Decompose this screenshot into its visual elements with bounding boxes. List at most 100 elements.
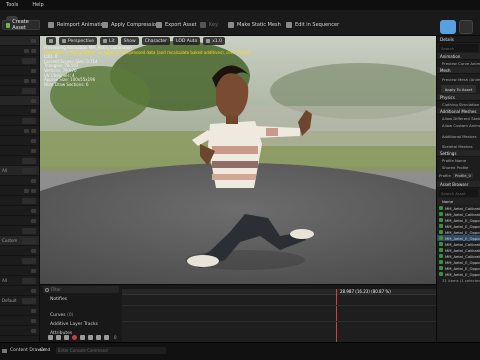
key-icon — [200, 22, 206, 28]
perspective-button[interactable]: Perspective — [59, 37, 98, 45]
left-row[interactable] — [0, 326, 39, 336]
lit-button[interactable]: Lit — [100, 37, 118, 45]
left-row[interactable] — [0, 106, 39, 116]
viewport-menu-button[interactable] — [46, 37, 56, 45]
left-row[interactable] — [0, 216, 39, 226]
lod-button[interactable]: LOD Auto — [172, 37, 201, 45]
track-filter[interactable]: Filter — [43, 286, 119, 293]
left-row[interactable] — [0, 96, 39, 106]
asset-name: MM_Aetni_Calibration — [445, 247, 480, 253]
mesh-mode-icon[interactable] — [459, 20, 473, 34]
create-icon — [6, 22, 11, 28]
anim-sequence-icon — [439, 218, 443, 222]
export-asset-button[interactable]: Export Asset — [156, 20, 197, 30]
left-row[interactable] — [0, 316, 39, 326]
console-input[interactable]: Enter Console Command — [56, 347, 166, 354]
asset-name: MM_Aetni_E_Opposite — [445, 217, 480, 223]
left-row[interactable] — [0, 196, 39, 206]
track-curves[interactable]: Curves (0) — [40, 311, 122, 319]
left-row[interactable]: Default — [0, 296, 39, 306]
left-row[interactable] — [0, 246, 39, 256]
play-icon[interactable] — [80, 334, 85, 340]
left-row[interactable] — [0, 116, 39, 126]
left-row[interactable] — [0, 206, 39, 216]
left-row[interactable] — [0, 156, 39, 166]
hamburger-icon — [49, 39, 53, 43]
left-row[interactable] — [0, 176, 39, 186]
key-button[interactable]: Key — [200, 20, 218, 30]
asset-browser-tab[interactable]: Asset Browser — [437, 181, 480, 188]
character-button[interactable]: Character — [141, 37, 170, 45]
left-row[interactable] — [0, 126, 39, 136]
apply-to-asset-button[interactable]: Apply To Asset — [441, 85, 476, 93]
profile-dropdown[interactable]: Profile_0 — [452, 172, 473, 178]
asset-name: MM_Aetni_E_Opposite — [445, 271, 480, 277]
main-toolbar: Reimport Animation Apply Compression Exp… — [0, 10, 480, 36]
loop-icon[interactable] — [104, 334, 109, 340]
left-row[interactable] — [0, 186, 39, 196]
left-row[interactable] — [0, 256, 39, 266]
section-additional-meshes[interactable]: Additional Meshes — [437, 108, 480, 115]
section-animation[interactable]: Animation — [437, 53, 480, 60]
playback-speed-button[interactable]: x1.0 — [203, 37, 226, 45]
timecode-label: 28.987 (16.23) (80.87 %) — [340, 289, 391, 294]
skip-end-icon[interactable] — [96, 334, 101, 340]
export-icon — [156, 22, 162, 28]
left-row[interactable] — [0, 36, 39, 46]
menu-help[interactable]: Help — [32, 2, 43, 8]
section-mesh[interactable]: Mesh — [437, 67, 480, 74]
play-reverse-icon[interactable] — [64, 334, 69, 340]
track-notifies[interactable]: Notifies — [40, 295, 122, 303]
playback-controls: 0 — [40, 332, 180, 342]
detail-row: Skeletal Meshes — [442, 144, 473, 149]
asset-search-input[interactable]: Search Asset — [439, 189, 478, 197]
left-row[interactable] — [0, 146, 39, 156]
left-row[interactable] — [0, 66, 39, 76]
anim-sequence-icon — [439, 254, 443, 258]
prev-frame-icon[interactable] — [56, 334, 61, 340]
detail-row: Profile Name — [442, 158, 467, 163]
track-additive-layers[interactable]: Additive Layer Tracks — [40, 320, 122, 328]
menu-tools[interactable]: Tools — [6, 2, 18, 8]
cmd-selector[interactable]: Cmd — [40, 348, 50, 353]
detail-row: Shared Profile — [442, 165, 469, 170]
left-row[interactable] — [0, 56, 39, 66]
details-tab[interactable]: Details — [437, 36, 480, 43]
make-static-mesh-button[interactable]: Make Static Mesh — [228, 20, 281, 30]
asset-name: MM_Aetni_E_Opposite — [445, 223, 480, 229]
show-button[interactable]: Show — [120, 37, 139, 45]
section-settings[interactable]: Settings — [437, 150, 480, 157]
left-row[interactable]: Custom — [0, 236, 39, 246]
menu-bar: Tools Help — [0, 0, 480, 10]
next-frame-icon[interactable] — [88, 334, 93, 340]
left-row[interactable] — [0, 266, 39, 276]
compression-icon — [102, 22, 108, 28]
background-road — [240, 106, 436, 146]
asset-name: MM_Aetni_Calibration — [445, 241, 480, 247]
detail-row: Clothing Simulation — [442, 102, 480, 107]
details-search-input[interactable]: Search — [439, 44, 478, 52]
left-row[interactable] — [0, 86, 39, 96]
playhead[interactable] — [336, 289, 337, 343]
left-row[interactable] — [0, 226, 39, 236]
left-row[interactable] — [0, 306, 39, 316]
asset-count: 31 items (1 selected) — [442, 278, 480, 283]
edit-in-sequencer-button[interactable]: Edit in Sequencer — [286, 20, 339, 30]
name-column-header[interactable]: Name — [437, 198, 480, 205]
left-row[interactable] — [0, 46, 39, 56]
apply-compression-button[interactable]: Apply Compression — [102, 20, 159, 30]
create-asset-button[interactable]: Create Asset — [2, 19, 40, 31]
anim-sequence-icon — [439, 206, 443, 210]
record-icon[interactable] — [72, 334, 77, 340]
left-row[interactable]: All — [0, 276, 39, 286]
animation-viewport[interactable]: Perspective Lit Show Character LOD Auto … — [40, 36, 436, 284]
left-row[interactable]: All — [0, 166, 39, 176]
left-row[interactable] — [0, 136, 39, 146]
reimport-button[interactable]: Reimport Animation — [48, 20, 107, 30]
anim-sequence-icon — [439, 272, 443, 276]
left-row[interactable] — [0, 76, 39, 86]
skeleton-mode-icon[interactable] — [440, 20, 456, 34]
left-row[interactable] — [0, 286, 39, 296]
skip-start-icon[interactable] — [48, 334, 53, 340]
section-physics[interactable]: Physics — [437, 94, 480, 101]
